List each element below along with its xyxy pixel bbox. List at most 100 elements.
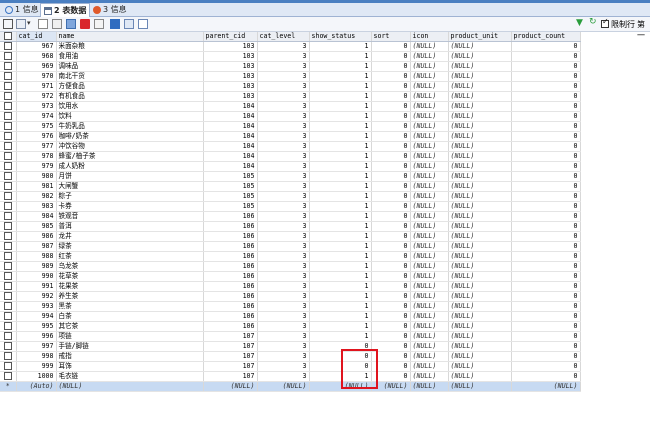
table-cell[interactable]: (NULL): [448, 201, 512, 213]
table-cell[interactable]: 0: [371, 241, 411, 253]
table-cell[interactable]: 997: [16, 341, 57, 353]
table-cell[interactable]: 0: [511, 101, 581, 113]
row-select-cell[interactable]: [0, 321, 17, 333]
table-cell[interactable]: 969: [16, 61, 57, 73]
table-cell[interactable]: (NULL): [448, 171, 512, 183]
table-cell[interactable]: 1: [309, 61, 372, 73]
table-cell[interactable]: 月饼: [56, 171, 204, 183]
table-cell[interactable]: 103: [203, 81, 258, 93]
table-cell[interactable]: (NULL): [410, 101, 449, 113]
table-cell[interactable]: (NULL): [410, 311, 449, 323]
table-cell[interactable]: 大闸蟹: [56, 181, 204, 193]
column-header[interactable]: icon: [410, 32, 449, 43]
table-cell[interactable]: 987: [16, 241, 57, 253]
table-cell[interactable]: 1000: [16, 371, 57, 383]
table-cell[interactable]: 106: [203, 291, 258, 303]
table-cell[interactable]: 咖啡/奶茶: [56, 131, 204, 143]
table-cell[interactable]: 0: [371, 201, 411, 213]
table-row[interactable]: 994 白茶 106 3 1 0 (NULL) (NULL) 0: [0, 311, 581, 323]
table-cell[interactable]: 0: [371, 221, 411, 233]
table-cell[interactable]: 0: [371, 281, 411, 293]
table-cell[interactable]: (NULL): [448, 301, 512, 313]
table-cell[interactable]: 0: [371, 171, 411, 183]
table-cell[interactable]: 调味品: [56, 61, 204, 73]
table-row[interactable]: 986 龙井 106 3 1 0 (NULL) (NULL) 0: [0, 231, 581, 243]
table-cell[interactable]: 107: [203, 341, 258, 353]
table-cell[interactable]: 0: [511, 121, 581, 133]
tab-info-3[interactable]: 3 信息: [90, 3, 130, 16]
column-header[interactable]: parent_cid: [203, 32, 258, 43]
table-row[interactable]: 999 耳饰 107 3 0 0 (NULL) (NULL) 0: [0, 361, 581, 373]
table-cell[interactable]: (NULL): [448, 361, 512, 373]
column-header[interactable]: product_count: [511, 32, 581, 43]
table-cell[interactable]: 105: [203, 201, 258, 213]
form-view-icon[interactable]: [124, 19, 134, 29]
table-cell[interactable]: 106: [203, 241, 258, 253]
new-row[interactable]: * (Auto) (NULL) (NULL) (NULL) (NULL) (NULL) (NU…: [0, 381, 581, 393]
table-cell[interactable]: 1: [309, 81, 372, 93]
table-cell[interactable]: 饮料: [56, 111, 204, 123]
table-cell[interactable]: 0: [511, 351, 581, 363]
table-cell[interactable]: 103: [203, 91, 258, 103]
table-cell[interactable]: 养生茶: [56, 291, 204, 303]
table-cell[interactable]: 3: [257, 181, 310, 193]
table-cell[interactable]: 3: [257, 251, 310, 263]
table-cell[interactable]: 其它茶: [56, 321, 204, 333]
table-cell[interactable]: 0: [511, 301, 581, 313]
table-cell[interactable]: (NULL): [448, 91, 512, 103]
table-cell[interactable]: 绿茶: [56, 241, 204, 253]
table-cell[interactable]: 0: [371, 311, 411, 323]
new-row-cell[interactable]: (NULL): [56, 381, 204, 393]
row-select-cell[interactable]: [0, 151, 17, 163]
table-row[interactable]: 975 牛奶乳品 104 3 1 0 (NULL) (NULL) 0: [0, 121, 581, 133]
table-cell[interactable]: 1: [309, 101, 372, 113]
table-cell[interactable]: 3: [257, 61, 310, 73]
row-select-cell[interactable]: [0, 171, 17, 183]
table-cell[interactable]: 107: [203, 331, 258, 343]
new-row-cell[interactable]: (NULL): [410, 381, 449, 393]
table-cell[interactable]: 1: [309, 241, 372, 253]
table-cell[interactable]: 卡券: [56, 201, 204, 213]
table-cell[interactable]: 3: [257, 131, 310, 143]
table-cell[interactable]: (NULL): [448, 161, 512, 173]
table-cell[interactable]: 3: [257, 151, 310, 163]
table-cell[interactable]: (NULL): [410, 371, 449, 383]
table-cell[interactable]: (NULL): [448, 261, 512, 273]
table-cell[interactable]: 3: [257, 161, 310, 173]
table-cell[interactable]: 1: [309, 201, 372, 213]
table-row[interactable]: 992 养生茶 106 3 1 0 (NULL) (NULL) 0: [0, 291, 581, 303]
table-cell[interactable]: 105: [203, 181, 258, 193]
table-cell[interactable]: 0: [371, 291, 411, 303]
table-cell[interactable]: (NULL): [410, 231, 449, 243]
table-cell[interactable]: 0: [511, 341, 581, 353]
table-cell[interactable]: 104: [203, 101, 258, 113]
table-cell[interactable]: (NULL): [410, 331, 449, 343]
table-cell[interactable]: 106: [203, 221, 258, 233]
table-cell[interactable]: 0: [511, 221, 581, 233]
table-cell[interactable]: 3: [257, 41, 310, 53]
table-cell[interactable]: 耳饰: [56, 361, 204, 373]
table-cell[interactable]: 977: [16, 141, 57, 153]
table-cell[interactable]: (NULL): [410, 351, 449, 363]
table-cell[interactable]: 方便食品: [56, 81, 204, 93]
table-cell[interactable]: 1: [309, 141, 372, 153]
row-select-cell[interactable]: [0, 91, 17, 103]
table-cell[interactable]: 花草茶: [56, 271, 204, 283]
table-cell[interactable]: 项链: [56, 331, 204, 343]
table-row[interactable]: 970 南北干货 103 3 1 0 (NULL) (NULL) 0: [0, 71, 581, 83]
column-header[interactable]: show_status: [309, 32, 372, 43]
table-row[interactable]: 995 其它茶 106 3 1 0 (NULL) (NULL) 0: [0, 321, 581, 333]
table-cell[interactable]: 1: [309, 191, 372, 203]
table-cell[interactable]: 106: [203, 321, 258, 333]
table-cell[interactable]: 3: [257, 91, 310, 103]
table-row[interactable]: 969 调味品 103 3 1 0 (NULL) (NULL) 0: [0, 61, 581, 73]
table-cell[interactable]: 1: [309, 41, 372, 53]
row-select-cell[interactable]: [0, 291, 17, 303]
table-cell[interactable]: 989: [16, 261, 57, 273]
table-cell[interactable]: 1: [309, 291, 372, 303]
table-cell[interactable]: (NULL): [410, 251, 449, 263]
table-row[interactable]: 980 月饼 105 3 1 0 (NULL) (NULL) 0: [0, 171, 581, 183]
row-select-cell[interactable]: [0, 181, 17, 193]
refresh-arrows-icon[interactable]: ↻: [589, 17, 597, 27]
new-row-cell[interactable]: (Auto): [16, 381, 57, 393]
